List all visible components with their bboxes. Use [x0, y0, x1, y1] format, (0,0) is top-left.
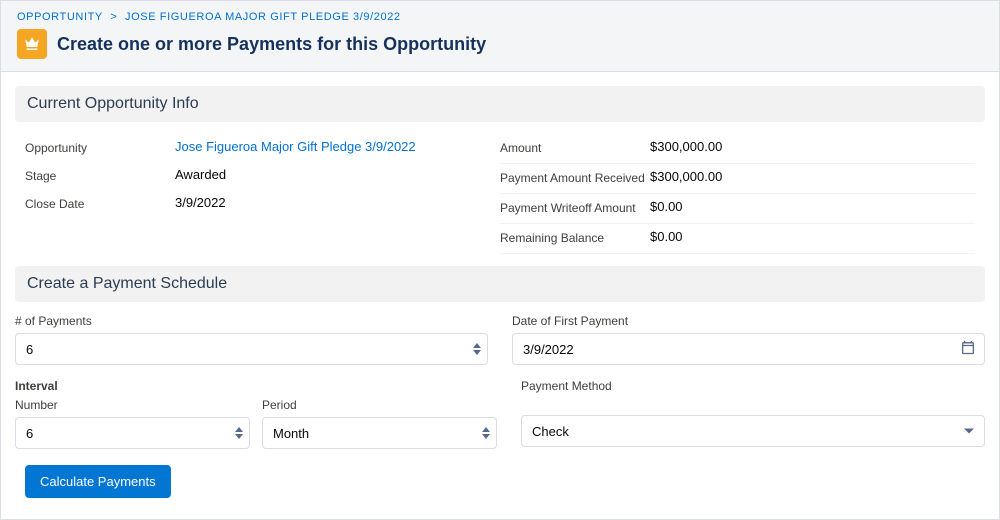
value-remaining: $0.00: [650, 229, 683, 244]
label-remaining: Remaining Balance: [500, 229, 650, 247]
section-payment-schedule: Create a Payment Schedule: [15, 266, 985, 302]
chevron-down-icon: [964, 429, 974, 434]
label-period: Period: [262, 398, 497, 412]
page-header: OPPORTUNITY > JOSE FIGUEROA MAJOR GIFT P…: [1, 1, 999, 72]
num-payments-input[interactable]: 6: [15, 333, 488, 365]
label-close-date: Close Date: [25, 195, 175, 213]
first-payment-date-input[interactable]: 3/9/2022: [512, 333, 985, 365]
spinner-icon[interactable]: [473, 334, 481, 364]
first-payment-date-value: 3/9/2022: [523, 342, 574, 357]
interval-number-value: 6: [26, 426, 33, 441]
label-writeoff: Payment Writeoff Amount: [500, 199, 650, 217]
label-num-payments: # of Payments: [15, 314, 488, 328]
spinner-icon[interactable]: [482, 418, 490, 448]
payment-method-select[interactable]: Check: [521, 415, 985, 447]
value-amount: $300,000.00: [650, 139, 722, 154]
label-opportunity: Opportunity: [25, 139, 175, 157]
label-payment-method: Payment Method: [521, 379, 985, 393]
value-received: $300,000.00: [650, 169, 722, 184]
page-title: Create one or more Payments for this Opp…: [57, 34, 486, 55]
interval-period-select[interactable]: Month: [262, 417, 497, 449]
label-first-payment-date: Date of First Payment: [512, 314, 985, 328]
label-stage: Stage: [25, 167, 175, 185]
value-close-date: 3/9/2022: [175, 195, 226, 210]
section-current-opp-info: Current Opportunity Info: [15, 86, 985, 122]
breadcrumb: OPPORTUNITY > JOSE FIGUEROA MAJOR GIFT P…: [17, 11, 983, 23]
value-stage: Awarded: [175, 167, 226, 182]
interval-number-input[interactable]: 6: [15, 417, 250, 449]
breadcrumb-root-link[interactable]: OPPORTUNITY: [17, 11, 103, 23]
label-interval: Interval: [15, 379, 497, 393]
breadcrumb-current-link[interactable]: JOSE FIGUEROA MAJOR GIFT PLEDGE 3/9/2022: [125, 11, 401, 23]
spinner-icon[interactable]: [235, 418, 243, 448]
payment-method-value: Check: [532, 424, 569, 439]
label-number: Number: [15, 398, 250, 412]
interval-period-value: Month: [273, 426, 309, 441]
value-writeoff: $0.00: [650, 199, 683, 214]
value-opportunity-link[interactable]: Jose Figueroa Major Gift Pledge 3/9/2022: [175, 139, 416, 154]
label-received: Payment Amount Received: [500, 169, 650, 187]
calendar-icon[interactable]: [960, 340, 976, 359]
num-payments-value: 6: [26, 342, 33, 357]
label-amount: Amount: [500, 139, 650, 157]
breadcrumb-separator: >: [106, 11, 121, 23]
crown-icon: [17, 29, 47, 59]
calculate-payments-button[interactable]: Calculate Payments: [25, 465, 171, 498]
